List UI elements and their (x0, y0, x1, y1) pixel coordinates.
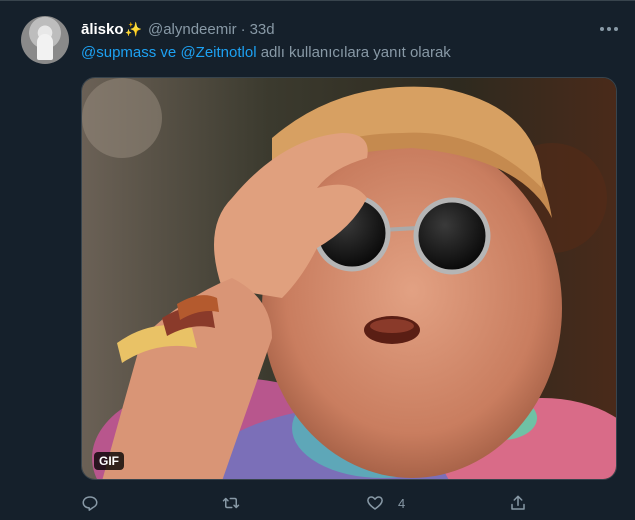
mention-link-zeitnotlol[interactable]: @Zeitnotlol (180, 44, 256, 61)
gif-media[interactable]: GIF (81, 77, 617, 480)
reply-icon (82, 496, 98, 511)
avatar[interactable] (21, 16, 69, 64)
retweet-icon (222, 497, 240, 509)
user-handle[interactable]: @alyndeemir (148, 21, 237, 38)
share-icon (511, 495, 525, 510)
gif-image (82, 78, 616, 479)
like-count: 4 (398, 495, 406, 511)
tweet-actions: 4 (0, 490, 635, 516)
heart-icon (367, 496, 383, 510)
timestamp[interactable]: 33d (250, 21, 275, 38)
conjunction: ve (160, 44, 177, 61)
reply-button[interactable] (81, 490, 99, 516)
like-button[interactable]: 4 (366, 490, 405, 516)
divider (0, 0, 635, 1)
more-options-icon[interactable] (600, 20, 618, 38)
display-name[interactable]: ālisko (81, 21, 124, 38)
gif-badge: GIF (94, 452, 124, 470)
separator: · (240, 20, 246, 38)
sparkle-icon: ✨ (124, 20, 142, 37)
mention-link-supmass[interactable]: @supmass (81, 44, 156, 61)
reply-suffix: adlı kullanıcılara yanıt olarak (260, 44, 451, 61)
reply-context: @supmass ve @Zeitnotlol adlı kullanıcıla… (81, 44, 451, 61)
tweet-header: ālisko ✨ @alyndeemir · 33d (81, 19, 275, 39)
share-button[interactable] (509, 490, 527, 516)
retweet-button[interactable] (222, 490, 240, 516)
